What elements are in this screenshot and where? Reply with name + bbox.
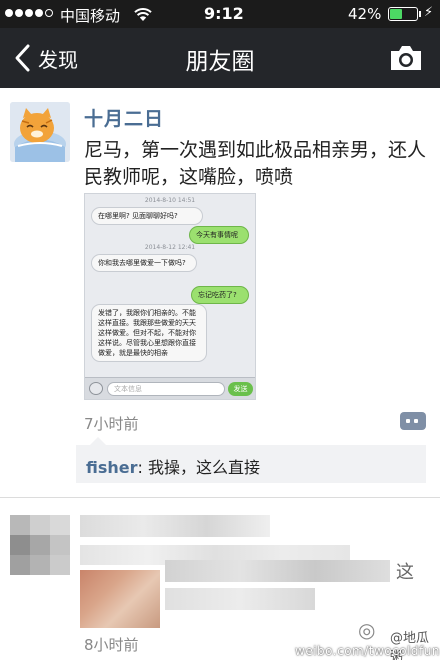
chat-input-field: 文本信息 — [107, 382, 225, 396]
post-author[interactable]: 十月二日 — [84, 104, 164, 131]
post-text: 尼马，第一次遇到如此极品相亲男，还人民教师呢，这嘴脸，喷喷 — [84, 139, 427, 188]
battery-percent: 42% — [348, 5, 382, 23]
post-divider — [0, 497, 440, 498]
chat-bubble-incoming: 在哪里啊? 见面聊聊好吗? — [91, 207, 203, 225]
comment-list: fisher: 我操，这么直接 — [76, 437, 426, 483]
chat-bubble-outgoing: 忘记吃药了? — [191, 286, 249, 304]
comment-text: 我操，这么直接 — [148, 458, 261, 477]
avatar[interactable] — [10, 515, 70, 575]
comment-author[interactable]: fisher — [86, 458, 138, 477]
camera-icon[interactable] — [389, 44, 423, 72]
weibo-logo-icon: ◎ — [358, 618, 376, 642]
chat-bubble-outgoing: 今天有事情呢 — [189, 226, 249, 244]
watermark-url: weibo.com/twocoldfun — [295, 644, 440, 658]
blurred-author — [80, 515, 270, 537]
post-timestamp: 7小时前 — [84, 415, 139, 433]
avatar[interactable] — [10, 102, 70, 162]
status-bar: 中国移动 9:12 42% ⚡ — [0, 0, 440, 28]
signal-strength-icon — [5, 9, 53, 17]
blurred-image — [80, 570, 160, 628]
nav-bar: 发现 朋友圈 — [0, 28, 440, 88]
post-image[interactable]: 2014-8-10 14:51 在哪里啊? 见面聊聊好吗? 今天有事情呢 201… — [84, 193, 256, 400]
blurred-text-fragment: 这 — [396, 562, 414, 583]
battery-icon — [388, 7, 421, 21]
comment-item[interactable]: fisher: 我操，这么直接 — [86, 454, 260, 478]
chat-input-bar: 文本信息 发送 — [85, 377, 255, 399]
camera-icon — [89, 382, 103, 395]
chat-date: 2014-8-12 12:41 — [144, 244, 196, 251]
comment-action-icon[interactable] — [400, 412, 426, 430]
carrier-name: 中国移动 — [60, 7, 121, 25]
blurred-text — [165, 560, 390, 582]
post-timestamp: 8小时前 — [84, 636, 139, 654]
comment-separator: : — [137, 458, 148, 477]
chat-bubble-incoming: 发错了，我跟你们相亲的。不能这样直接。我跟那些做爱的天天这样做爱。但对不起，不能… — [91, 304, 207, 362]
clock: 9:12 — [204, 4, 244, 23]
wifi-icon — [134, 8, 152, 21]
blurred-text — [165, 588, 315, 610]
chat-date: 2014-8-10 14:51 — [144, 197, 196, 204]
charging-icon: ⚡ — [424, 5, 434, 20]
send-button: 发送 — [228, 382, 253, 396]
page-title: 朋友圈 — [185, 49, 255, 75]
chat-bubble-incoming: 你和我去哪里做爱一下做吗? — [91, 254, 197, 272]
